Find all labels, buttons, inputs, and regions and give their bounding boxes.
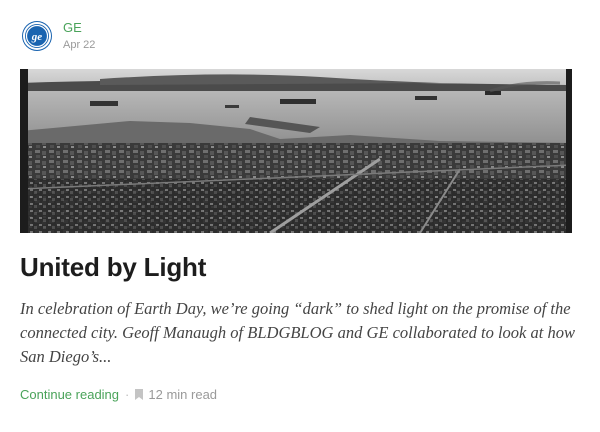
post-card: ge GE Apr 22 United by Light In celebrat… (0, 0, 600, 432)
hero-image[interactable] (20, 69, 572, 233)
post-header: ge GE Apr 22 (23, 18, 95, 54)
svg-text:ge: ge (31, 31, 43, 43)
read-time: 12 min read (148, 387, 218, 402)
author-name[interactable]: GE (63, 20, 95, 36)
post-title[interactable]: United by Light (20, 252, 206, 283)
ge-logo-icon[interactable]: ge (23, 22, 51, 50)
post-meta: GE Apr 22 (63, 20, 95, 53)
separator-dot: · (125, 387, 130, 402)
continue-reading-link[interactable]: Continue reading (20, 387, 119, 402)
post-footer: Continue reading · 12 min read (20, 387, 217, 402)
bookmark-icon[interactable] (135, 389, 144, 400)
post-excerpt: In celebration of Earth Day, we’re going… (20, 299, 575, 366)
post-date[interactable]: Apr 22 (63, 37, 95, 53)
